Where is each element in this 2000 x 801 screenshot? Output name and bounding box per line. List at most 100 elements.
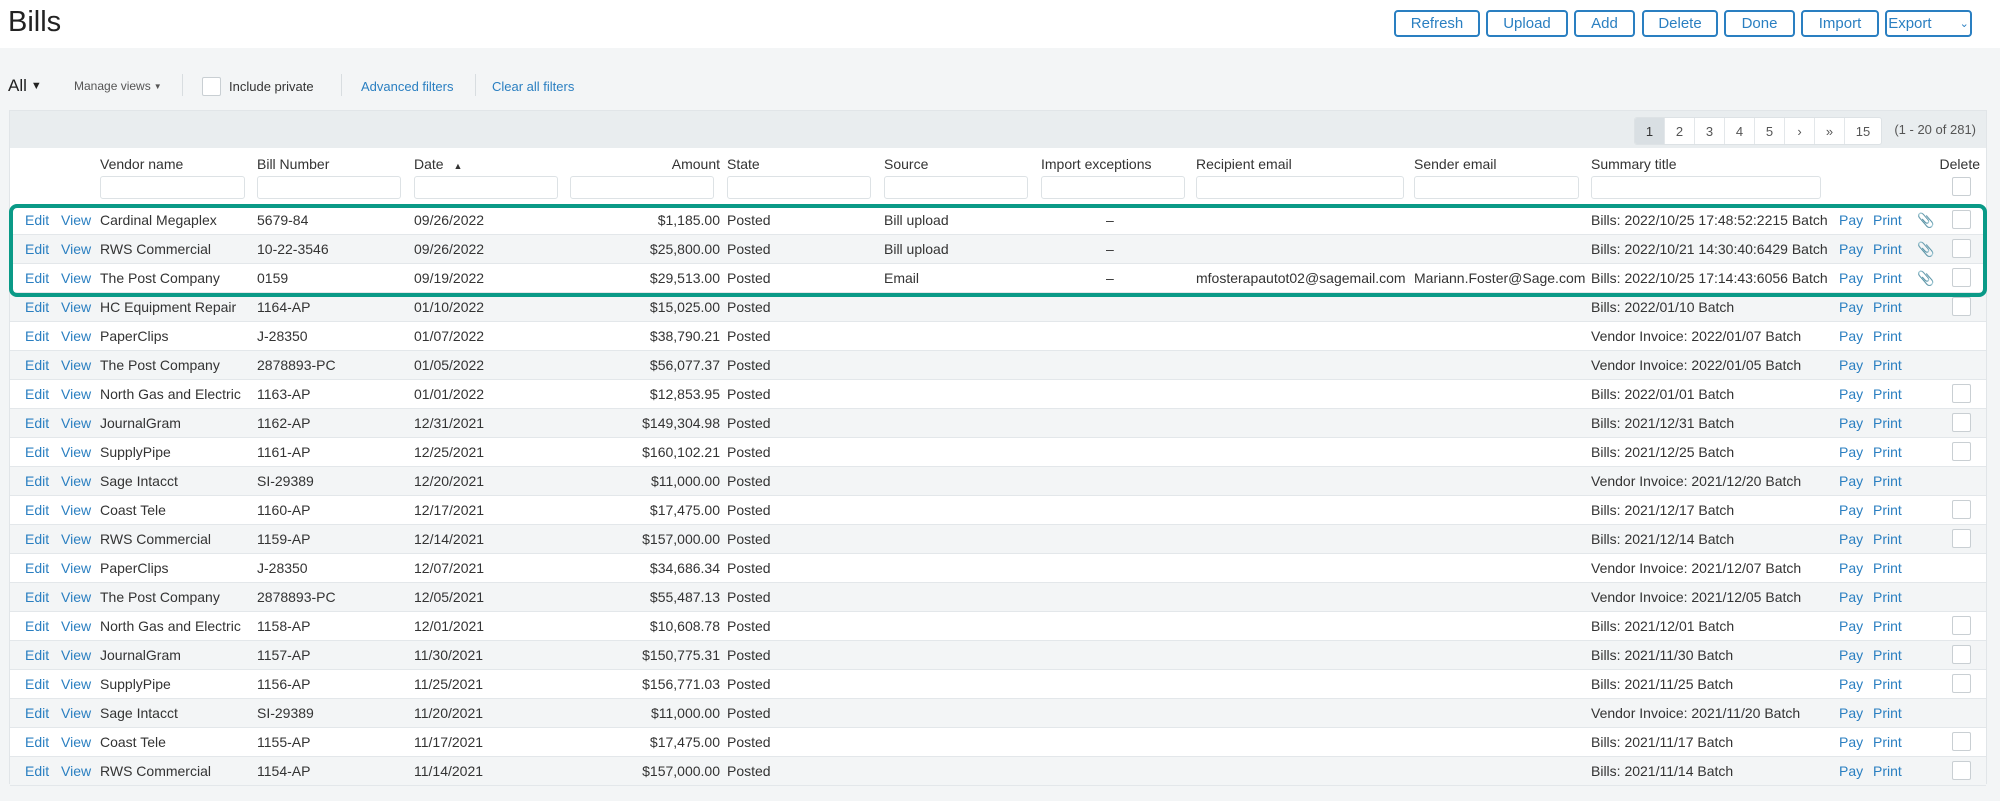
print-link[interactable]: Print <box>1873 560 1902 576</box>
view-link[interactable]: View <box>61 386 91 402</box>
delete-row-checkbox[interactable] <box>1952 500 1971 519</box>
view-link[interactable]: View <box>61 270 91 286</box>
recipient-email-filter-input[interactable] <box>1196 176 1404 199</box>
advanced-filters-link[interactable]: Advanced filters <box>361 74 454 98</box>
edit-link[interactable]: Edit <box>25 444 49 460</box>
page-link[interactable]: 2 <box>1665 118 1695 144</box>
pay-link[interactable]: Pay <box>1839 386 1863 402</box>
column-header-bill-number[interactable]: Bill Number <box>257 156 329 172</box>
print-link[interactable]: Print <box>1873 531 1902 547</box>
print-link[interactable]: Print <box>1873 676 1902 692</box>
edit-link[interactable]: Edit <box>25 560 49 576</box>
column-header-summary-title[interactable]: Summary title <box>1591 156 1677 172</box>
pay-link[interactable]: Pay <box>1839 241 1863 257</box>
pay-link[interactable]: Pay <box>1839 763 1863 779</box>
view-link[interactable]: View <box>61 502 91 518</box>
view-link[interactable]: View <box>61 357 91 373</box>
print-link[interactable]: Print <box>1873 270 1902 286</box>
delete-button[interactable]: Delete <box>1642 10 1718 37</box>
column-header-sender-email[interactable]: Sender email <box>1414 156 1497 172</box>
column-header-source[interactable]: Source <box>884 156 928 172</box>
refresh-button[interactable]: Refresh <box>1394 10 1480 37</box>
pay-link[interactable]: Pay <box>1839 647 1863 663</box>
column-header-recipient-email[interactable]: Recipient email <box>1196 156 1292 172</box>
delete-row-checkbox[interactable] <box>1952 732 1971 751</box>
attachment-icon[interactable]: 📎 <box>1917 270 1934 287</box>
page-link[interactable]: » <box>1815 118 1845 144</box>
column-header-import-exceptions[interactable]: Import exceptions <box>1041 156 1152 172</box>
delete-row-checkbox[interactable] <box>1952 761 1971 780</box>
print-link[interactable]: Print <box>1873 589 1902 605</box>
edit-link[interactable]: Edit <box>25 705 49 721</box>
print-link[interactable]: Print <box>1873 763 1902 779</box>
print-link[interactable]: Print <box>1873 473 1902 489</box>
delete-row-checkbox[interactable] <box>1952 442 1971 461</box>
edit-link[interactable]: Edit <box>25 241 49 257</box>
attachment-icon[interactable]: 📎 <box>1917 212 1934 229</box>
view-link[interactable]: View <box>61 560 91 576</box>
clear-all-filters-link[interactable]: Clear all filters <box>492 74 574 98</box>
view-link[interactable]: View <box>61 763 91 779</box>
print-link[interactable]: Print <box>1873 444 1902 460</box>
print-link[interactable]: Print <box>1873 734 1902 750</box>
pay-link[interactable]: Pay <box>1839 473 1863 489</box>
select-all-delete-checkbox[interactable] <box>1952 177 1971 196</box>
edit-link[interactable]: Edit <box>25 386 49 402</box>
pay-link[interactable]: Pay <box>1839 676 1863 692</box>
pay-link[interactable]: Pay <box>1839 299 1863 315</box>
pay-link[interactable]: Pay <box>1839 560 1863 576</box>
sender-email-filter-input[interactable] <box>1414 176 1579 199</box>
manage-views-dropdown[interactable]: Manage views ▼ <box>74 74 162 98</box>
print-link[interactable]: Print <box>1873 241 1902 257</box>
view-link[interactable]: View <box>61 618 91 634</box>
pay-link[interactable]: Pay <box>1839 212 1863 228</box>
edit-link[interactable]: Edit <box>25 502 49 518</box>
column-header-vendor[interactable]: Vendor name <box>100 156 183 172</box>
pay-link[interactable]: Pay <box>1839 444 1863 460</box>
edit-link[interactable]: Edit <box>25 531 49 547</box>
view-link[interactable]: View <box>61 444 91 460</box>
delete-row-checkbox[interactable] <box>1952 645 1971 664</box>
print-link[interactable]: Print <box>1873 386 1902 402</box>
attachment-icon[interactable]: 📎 <box>1917 241 1934 258</box>
delete-row-checkbox[interactable] <box>1952 268 1971 287</box>
edit-link[interactable]: Edit <box>25 589 49 605</box>
edit-link[interactable]: Edit <box>25 212 49 228</box>
edit-link[interactable]: Edit <box>25 270 49 286</box>
edit-link[interactable]: Edit <box>25 618 49 634</box>
pay-link[interactable]: Pay <box>1839 502 1863 518</box>
edit-link[interactable]: Edit <box>25 328 49 344</box>
column-header-state[interactable]: State <box>727 156 760 172</box>
source-filter-input[interactable] <box>884 176 1028 199</box>
view-link[interactable]: View <box>61 241 91 257</box>
view-link[interactable]: View <box>61 705 91 721</box>
column-header-amount[interactable]: Amount <box>570 156 720 172</box>
view-link[interactable]: View <box>61 415 91 431</box>
delete-row-checkbox[interactable] <box>1952 616 1971 635</box>
delete-row-checkbox[interactable] <box>1952 529 1971 548</box>
print-link[interactable]: Print <box>1873 212 1902 228</box>
view-link[interactable]: View <box>61 299 91 315</box>
delete-row-checkbox[interactable] <box>1952 384 1971 403</box>
print-link[interactable]: Print <box>1873 502 1902 518</box>
print-link[interactable]: Print <box>1873 705 1902 721</box>
view-selector[interactable]: All ▼ <box>8 74 42 98</box>
add-button[interactable]: Add <box>1574 10 1635 37</box>
delete-row-checkbox[interactable] <box>1952 413 1971 432</box>
page-link[interactable]: 5 <box>1755 118 1785 144</box>
delete-row-checkbox[interactable] <box>1952 674 1971 693</box>
include-private-checkbox[interactable] <box>202 76 221 96</box>
delete-row-checkbox[interactable] <box>1952 210 1971 229</box>
edit-link[interactable]: Edit <box>25 357 49 373</box>
pay-link[interactable]: Pay <box>1839 531 1863 547</box>
page-link[interactable]: 4 <box>1725 118 1755 144</box>
print-link[interactable]: Print <box>1873 415 1902 431</box>
edit-link[interactable]: Edit <box>25 676 49 692</box>
edit-link[interactable]: Edit <box>25 299 49 315</box>
view-link[interactable]: View <box>61 473 91 489</box>
upload-button[interactable]: Upload <box>1486 10 1568 37</box>
pay-link[interactable]: Pay <box>1839 734 1863 750</box>
bill-number-filter-input[interactable] <box>257 176 401 199</box>
delete-row-checkbox[interactable] <box>1952 239 1971 258</box>
vendor-filter-input[interactable] <box>100 176 245 199</box>
